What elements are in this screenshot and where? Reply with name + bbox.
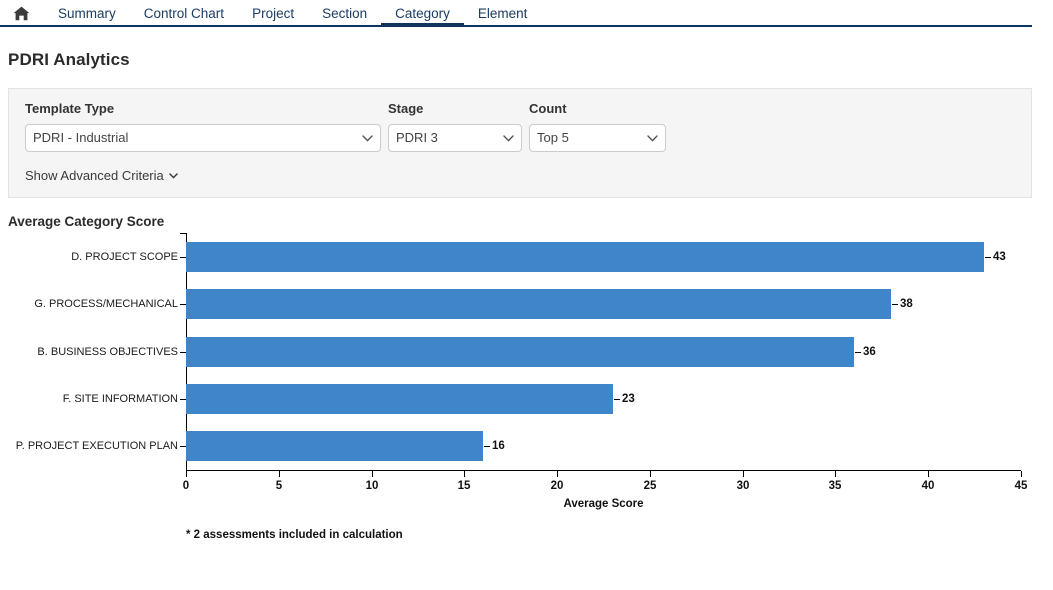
count-select-wrap: Top 5 <box>529 124 666 152</box>
bar[interactable] <box>186 431 483 461</box>
y-axis-tick <box>180 304 186 305</box>
x-axis-tick-label: 45 <box>1014 480 1028 492</box>
tab-control-chart[interactable]: Control Chart <box>130 0 238 27</box>
chevron-down-icon <box>169 172 178 179</box>
bar-chart: 43 D. PROJECT SCOPE 38 G. PROCESS/MECHANICA… <box>0 233 1053 563</box>
filter-panel: Template Type PDRI - Industrial Stage PD… <box>8 88 1032 198</box>
category-label-text: B. BUSINESS OBJECTIVES <box>37 346 178 358</box>
tab-category[interactable]: Category <box>381 0 464 27</box>
stage-select[interactable]: PDRI 3 <box>388 124 522 152</box>
x-axis-title: Average Score <box>563 498 644 510</box>
filter-stage: Stage PDRI 3 <box>388 101 522 152</box>
x-axis-tick <box>1021 471 1022 477</box>
page-title: PDRI Analytics <box>8 50 130 69</box>
tab-section-label: Section <box>322 6 368 21</box>
category-label-text: F. SITE INFORMATION <box>62 393 178 405</box>
x-axis-tick <box>835 471 836 477</box>
x-axis-tick-label: 5 <box>275 480 283 492</box>
bar[interactable] <box>186 242 984 272</box>
tab-summary-label: Summary <box>58 6 116 21</box>
tab-control-chart-label: Control Chart <box>143 6 225 21</box>
tab-section[interactable]: Section <box>308 0 381 27</box>
bar-value-tick <box>484 446 490 447</box>
nav-tabs: Summary Control Chart Project Section Ca… <box>44 0 541 27</box>
category-label-text: G. PROCESS/MECHANICAL <box>34 298 178 310</box>
x-axis-tick-label: 35 <box>828 480 842 492</box>
y-axis-tick <box>180 399 186 400</box>
top-navigation-bar: Summary Control Chart Project Section Ca… <box>0 0 1053 27</box>
stage-label: Stage <box>388 101 424 116</box>
category-label: P. PROJECT EXECUTION PLAN <box>0 440 178 452</box>
x-axis-line <box>186 470 1021 471</box>
bar-value-tick <box>892 304 898 305</box>
bar-value-tick <box>985 257 991 258</box>
tab-element-label: Element <box>477 6 528 21</box>
category-label: G. PROCESS/MECHANICAL <box>0 298 178 310</box>
show-advanced-criteria-link[interactable]: Show Advanced Criteria <box>25 168 178 183</box>
x-axis-tick <box>743 471 744 477</box>
stage-select-wrap: PDRI 3 <box>388 124 522 152</box>
x-axis-tick <box>464 471 465 477</box>
tab-summary[interactable]: Summary <box>44 0 130 27</box>
x-axis-tick <box>279 471 280 477</box>
chart-footnote: * 2 assessments included in calculation <box>186 529 403 541</box>
y-axis-top-tick <box>180 233 186 234</box>
tab-project-label: Project <box>252 6 295 21</box>
y-axis-tick <box>180 257 186 258</box>
x-axis-tick <box>186 471 187 477</box>
y-axis-tick <box>180 446 186 447</box>
count-select[interactable]: Top 5 <box>529 124 666 152</box>
category-label: F. SITE INFORMATION <box>0 393 178 405</box>
x-axis-tick <box>557 471 558 477</box>
x-axis-tick-label: 25 <box>643 480 657 492</box>
category-label: D. PROJECT SCOPE <box>0 251 178 263</box>
x-axis-tick-label: 40 <box>921 480 935 492</box>
filter-row: Template Type PDRI - Industrial Stage PD… <box>25 101 1015 152</box>
x-axis-tick-label: 20 <box>550 480 564 492</box>
bar-value-label: 36 <box>863 346 876 358</box>
x-axis-tick-label: 30 <box>736 480 750 492</box>
bar-value-label: 16 <box>492 440 505 452</box>
home-icon[interactable] <box>10 3 32 25</box>
x-axis-tick-label: 10 <box>365 480 379 492</box>
x-axis-tick-label: 15 <box>457 480 471 492</box>
template-type-label: Template Type <box>25 101 115 116</box>
show-advanced-criteria-label: Show Advanced Criteria <box>25 168 164 183</box>
nav-underline <box>0 25 1032 27</box>
bar[interactable] <box>186 384 613 414</box>
tab-project[interactable]: Project <box>238 0 308 27</box>
filter-template-type: Template Type PDRI - Industrial <box>25 101 381 152</box>
x-axis-tick <box>650 471 651 477</box>
bar-value-label: 43 <box>993 251 1006 263</box>
x-axis-tick <box>928 471 929 477</box>
bar-value-tick <box>614 399 620 400</box>
tab-element[interactable]: Element <box>464 0 542 27</box>
chart-title: Average Category Score <box>8 214 165 229</box>
category-label-text: D. PROJECT SCOPE <box>71 251 178 263</box>
category-label: B. BUSINESS OBJECTIVES <box>0 346 178 358</box>
count-label: Count <box>529 101 567 116</box>
bar[interactable] <box>186 337 854 367</box>
x-axis-tick-label: 0 <box>182 480 190 492</box>
bar-value-label: 23 <box>622 393 635 405</box>
bar-value-label: 38 <box>900 298 913 310</box>
tab-category-label: Category <box>395 6 450 21</box>
category-label-text: P. PROJECT EXECUTION PLAN <box>15 440 178 452</box>
template-type-select-wrap: PDRI - Industrial <box>25 124 381 152</box>
y-axis-tick <box>180 352 186 353</box>
bar[interactable] <box>186 289 891 319</box>
bar-value-tick <box>855 352 861 353</box>
filter-count: Count Top 5 <box>529 101 666 152</box>
template-type-select[interactable]: PDRI - Industrial <box>25 124 381 152</box>
x-axis-tick <box>372 471 373 477</box>
